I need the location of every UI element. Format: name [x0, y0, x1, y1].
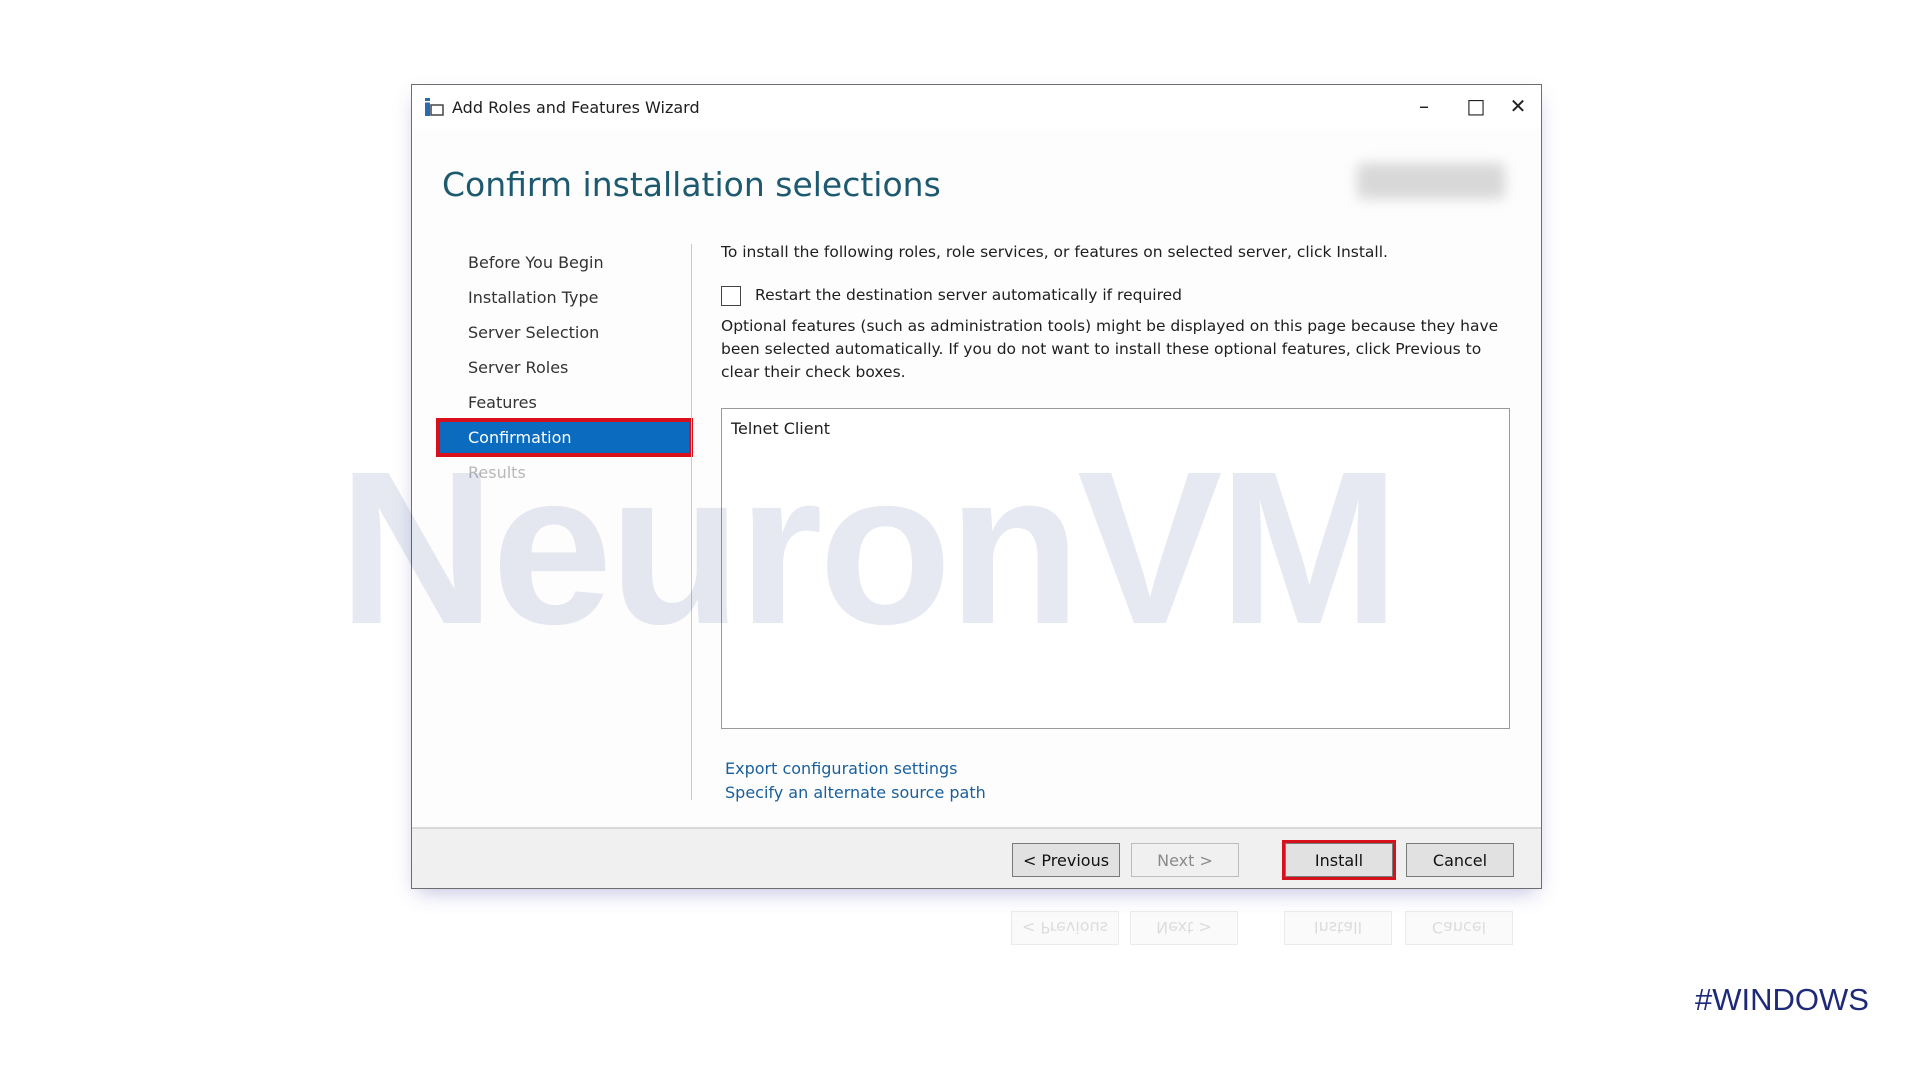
- nav-item-server-roles[interactable]: Server Roles: [438, 350, 691, 385]
- category-tag: #WINDOWS: [1695, 982, 1869, 1017]
- list-item: Telnet Client: [731, 419, 831, 438]
- reflection-next: Next >: [1130, 911, 1238, 945]
- export-configuration-link[interactable]: Export configuration settings: [725, 757, 1521, 781]
- close-button[interactable]: ✕: [1498, 91, 1538, 121]
- title-bar: Add Roles and Features Wizard: [412, 85, 1541, 129]
- selections-list[interactable]: Telnet Client: [721, 408, 1510, 729]
- window-title: Add Roles and Features Wizard: [452, 97, 700, 117]
- server-manager-icon: [425, 98, 444, 116]
- restart-checkbox[interactable]: [721, 285, 741, 306]
- cancel-button[interactable]: Cancel: [1406, 843, 1514, 877]
- restart-checkbox-label[interactable]: Restart the destination server automatic…: [755, 284, 1182, 307]
- minimize-button[interactable]: –: [1404, 91, 1444, 121]
- nav-item-server-selection[interactable]: Server Selection: [438, 315, 691, 350]
- nav-item-features[interactable]: Features: [438, 385, 691, 420]
- previous-button[interactable]: < Previous: [1012, 843, 1120, 877]
- reflection-previous: < Previous: [1011, 911, 1119, 945]
- button-bar: < Previous Next > Install Cancel: [412, 827, 1541, 888]
- wizard-steps: Before You Begin Installation Type Serve…: [436, 245, 693, 490]
- restart-checkbox-row[interactable]: Restart the destination server automatic…: [721, 284, 1521, 307]
- optional-features-note: Optional features (such as administratio…: [721, 317, 1499, 381]
- next-button: Next >: [1131, 843, 1239, 877]
- nav-item-results: Results: [468, 463, 526, 482]
- divider: [691, 244, 692, 800]
- content-pane: To install the following roles, role ser…: [721, 241, 1521, 805]
- redacted-server-name: [1357, 163, 1505, 199]
- reflection-cancel: Cancel: [1405, 911, 1513, 945]
- reflection-install: Install: [1284, 911, 1392, 945]
- window-reflection: < Previous Next > Install Cancel: [411, 893, 1542, 953]
- nav-item-installation-type[interactable]: Installation Type: [438, 280, 691, 315]
- alternate-source-path-link[interactable]: Specify an alternate source path: [725, 781, 1521, 805]
- page-title: Confirm installation selections: [442, 165, 941, 204]
- install-button[interactable]: Install: [1282, 840, 1396, 880]
- nav-item-before-you-begin[interactable]: Before You Begin: [438, 245, 691, 280]
- wizard-window: Add Roles and Features Wizard – □ ✕ Conf…: [411, 84, 1542, 889]
- intro-text: To install the following roles, role ser…: [721, 243, 1388, 261]
- nav-item-confirmation[interactable]: Confirmation: [436, 418, 693, 457]
- maximize-button[interactable]: □: [1456, 91, 1496, 121]
